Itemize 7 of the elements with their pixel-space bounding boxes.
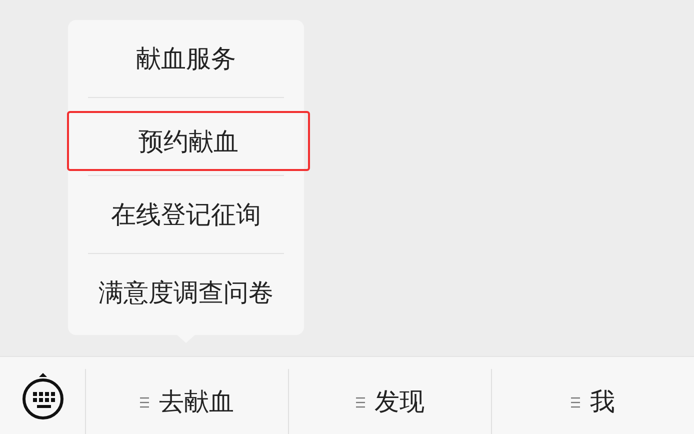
- menu-item[interactable]: 满意度调查问卷: [68, 254, 304, 331]
- menu-item[interactable]: 献血服务: [68, 20, 304, 97]
- menu-tab[interactable]: 发现: [288, 369, 491, 434]
- menu-tab[interactable]: 去献血: [85, 369, 288, 434]
- menu-item[interactable]: 预约献血: [67, 111, 310, 171]
- menu-tab[interactable]: 我: [491, 369, 694, 434]
- menu-item[interactable]: 在线登记征询: [68, 176, 304, 253]
